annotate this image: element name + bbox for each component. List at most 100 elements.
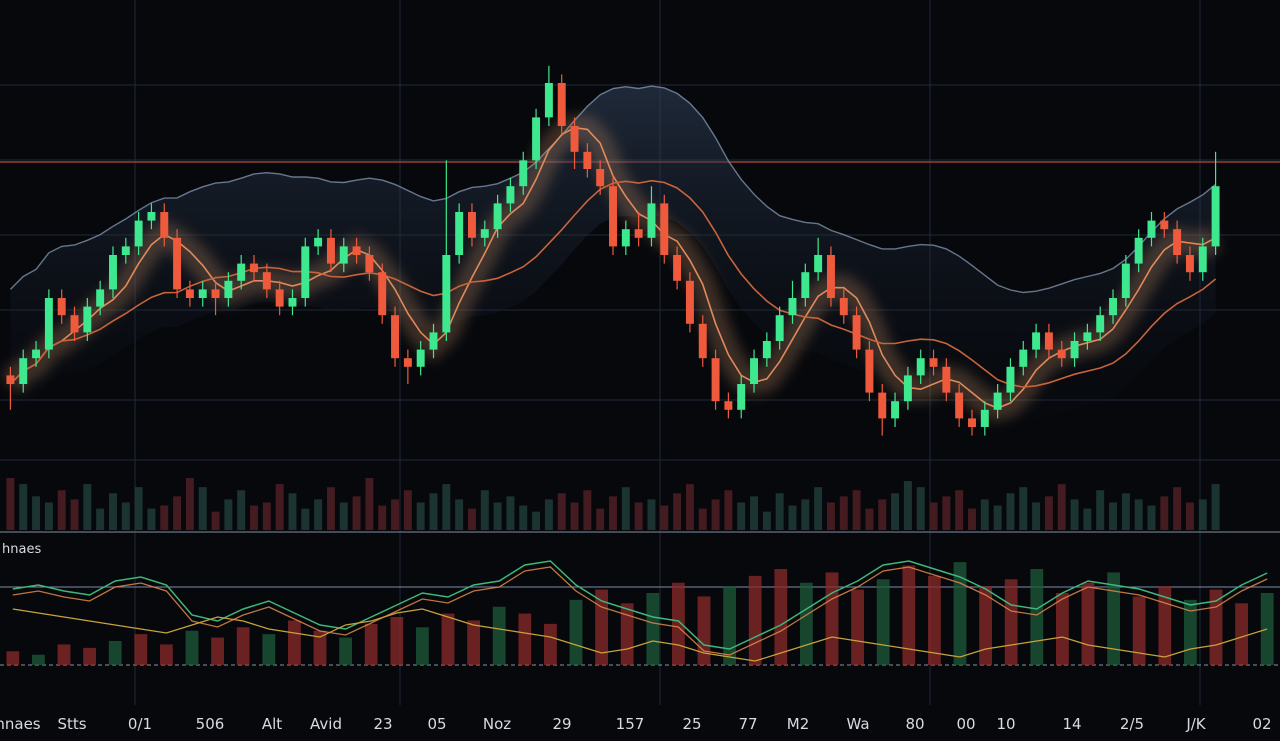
candle-body bbox=[429, 332, 438, 350]
volume-bar bbox=[839, 496, 848, 530]
volume-bar bbox=[57, 490, 66, 530]
candle-body bbox=[634, 229, 643, 238]
candle-body bbox=[942, 366, 951, 393]
candle-body bbox=[852, 315, 861, 350]
oscillator-bar bbox=[800, 582, 813, 665]
candle-body bbox=[326, 237, 335, 264]
volume-bar bbox=[852, 490, 861, 530]
oscillator-bar bbox=[390, 617, 404, 665]
candle-body bbox=[814, 255, 823, 273]
candle-body bbox=[929, 358, 938, 367]
candle-body bbox=[647, 203, 656, 238]
candle-body bbox=[352, 246, 361, 255]
candle bbox=[532, 108, 541, 169]
candle-body bbox=[801, 272, 810, 298]
volume-bar bbox=[775, 493, 784, 530]
x-tick-label: 80 bbox=[905, 715, 924, 733]
candle-body bbox=[403, 358, 412, 367]
volume-bar bbox=[224, 499, 233, 530]
volume-bar bbox=[596, 508, 605, 530]
candle-body bbox=[378, 272, 387, 316]
candle-body bbox=[237, 263, 246, 281]
oscillator-bar bbox=[211, 637, 224, 665]
volume-bar bbox=[185, 478, 194, 530]
volume-bar bbox=[1121, 493, 1130, 530]
x-tick-label: Wa bbox=[846, 715, 869, 733]
oscillator-bar bbox=[288, 620, 301, 665]
oscillator-bar bbox=[1081, 582, 1095, 665]
candle-body bbox=[365, 255, 374, 273]
volume-bar bbox=[96, 508, 105, 530]
volume-bar bbox=[262, 502, 271, 530]
volume-bar bbox=[942, 496, 951, 530]
volume-bar bbox=[160, 505, 169, 530]
candle bbox=[44, 289, 53, 359]
x-tick-label: 0/1 bbox=[128, 715, 152, 733]
volume-bar bbox=[365, 478, 374, 530]
volume-bar bbox=[1083, 508, 1092, 530]
candle-body bbox=[993, 392, 1002, 410]
volume-bar bbox=[83, 484, 92, 530]
volume-bar bbox=[493, 502, 502, 530]
candle-body bbox=[878, 392, 887, 419]
candle-body bbox=[621, 229, 630, 247]
volume-bar bbox=[955, 490, 964, 530]
x-tick-label: 77 bbox=[738, 715, 757, 733]
candle-body bbox=[506, 186, 515, 204]
oscillator-bar bbox=[544, 623, 557, 665]
volume-bar bbox=[634, 502, 643, 530]
volume-bar bbox=[467, 508, 476, 530]
volume-bar bbox=[980, 499, 989, 530]
candle-body bbox=[70, 315, 79, 333]
volume-bar bbox=[532, 511, 541, 530]
candle-body bbox=[1044, 332, 1053, 350]
volume-bar bbox=[416, 502, 425, 530]
volume-bar bbox=[109, 493, 117, 530]
volume-bar bbox=[737, 502, 746, 530]
oscillator-bar bbox=[160, 644, 173, 665]
candle-body bbox=[570, 126, 579, 152]
candle-body bbox=[1006, 366, 1015, 393]
candle-body bbox=[134, 220, 143, 247]
volume-bar bbox=[301, 508, 310, 530]
candle-body bbox=[173, 237, 182, 290]
candle-body bbox=[1032, 332, 1041, 350]
oscillator-bar bbox=[851, 589, 864, 665]
volume-bar bbox=[1032, 502, 1041, 530]
candle-body bbox=[724, 401, 733, 410]
candle-body bbox=[416, 349, 425, 367]
oscillator-bar bbox=[83, 647, 96, 665]
oscillator-bar bbox=[774, 569, 788, 665]
candle-body bbox=[109, 255, 117, 290]
volume-bar bbox=[403, 490, 412, 530]
chart-svg: hnaes hnaes Stts 0/1 506 Alt Avid 23 05 Noz 29 157… bbox=[0, 0, 1280, 741]
x-tick-label: Avid bbox=[310, 715, 342, 733]
candle-body bbox=[96, 289, 105, 307]
candle-body bbox=[596, 169, 605, 187]
volume-bar bbox=[1019, 487, 1028, 530]
x-tick-label: Stts bbox=[57, 715, 86, 733]
volume-bar bbox=[878, 499, 887, 530]
trading-chart: hnaes hnaes Stts 0/1 506 Alt Avid 23 05 Noz 29 157… bbox=[0, 0, 1280, 741]
volume-bar bbox=[455, 499, 464, 530]
x-tick-label: 02 bbox=[1252, 715, 1271, 733]
oscillator-bar bbox=[569, 599, 583, 665]
volume-bar bbox=[826, 502, 835, 530]
x-tick-label: M2 bbox=[787, 715, 810, 733]
volume-bar bbox=[903, 481, 912, 530]
volume-bar bbox=[70, 499, 79, 530]
candle-body bbox=[583, 151, 592, 169]
x-tick-label: 2/5 bbox=[1120, 715, 1144, 733]
candle-body bbox=[1057, 349, 1066, 359]
oscillator-bar bbox=[748, 575, 762, 665]
oscillator-bar bbox=[876, 579, 890, 665]
x-tick-label: 29 bbox=[552, 715, 571, 733]
candle-body bbox=[467, 212, 476, 238]
candle-body bbox=[955, 392, 964, 419]
candle-body bbox=[839, 298, 848, 316]
candle-body bbox=[865, 349, 874, 393]
oscillator-bar bbox=[1235, 603, 1248, 665]
oscillator-bar bbox=[1004, 579, 1018, 665]
candle-body bbox=[1173, 229, 1182, 255]
candle-body bbox=[1096, 315, 1105, 333]
